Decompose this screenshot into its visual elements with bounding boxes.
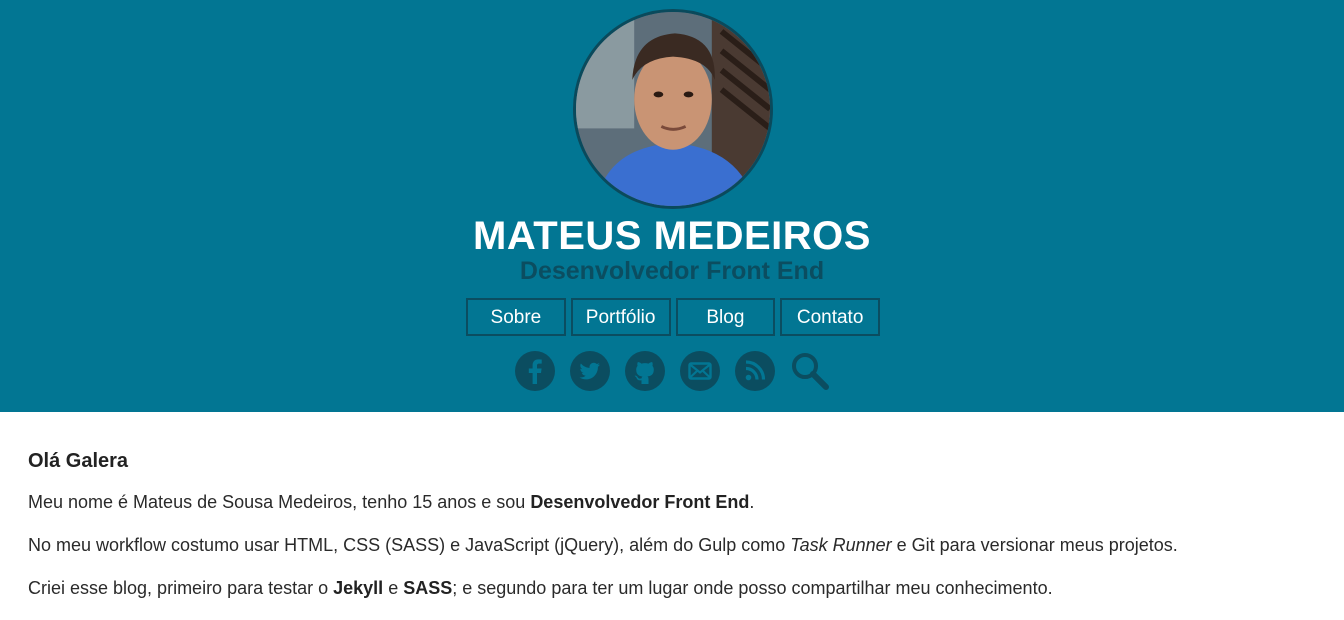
p1-end: .	[749, 492, 755, 512]
search-icon[interactable]	[789, 350, 831, 392]
rss-icon[interactable]	[734, 350, 776, 392]
blog-purpose-paragraph: Criei esse blog, primeiro para testar o …	[28, 577, 1316, 599]
p3-text: Criei esse blog, primeiro para testar o	[28, 578, 334, 598]
p3-end: ; e segundo para ter um lugar onde posso…	[452, 578, 1053, 598]
email-icon[interactable]	[679, 350, 721, 392]
avatar-photo	[576, 12, 770, 206]
twitter-icon[interactable]	[569, 350, 611, 392]
nav-contato[interactable]: Contato	[780, 298, 880, 336]
p1-text: Meu nome é Mateus de Sousa Medeiros, ten…	[28, 492, 531, 512]
p3-sass: SASS	[403, 578, 453, 598]
facebook-icon[interactable]	[514, 350, 556, 392]
intro-paragraph: Meu nome é Mateus de Sousa Medeiros, ten…	[28, 491, 1316, 513]
p1-emphasis: Desenvolvedor Front End	[530, 492, 750, 512]
p2-emphasis: Task Runner	[790, 535, 892, 555]
p2-text: No meu workflow costumo usar HTML, CSS (…	[28, 535, 791, 555]
site-header: MATEUS MEDEIROS Desenvolvedor Front End …	[0, 0, 1344, 412]
p2-end: e Git para versionar meus projetos.	[891, 535, 1178, 555]
github-icon[interactable]	[624, 350, 666, 392]
nav-sobre[interactable]: Sobre	[466, 298, 566, 336]
post-heading: Olá Galera	[28, 450, 129, 472]
site-subtitle: Desenvolvedor Front End	[519, 257, 825, 285]
p3-mid: e	[383, 578, 404, 598]
p3-jekyll: Jekyll	[333, 578, 384, 598]
site-title: MATEUS MEDEIROS	[473, 214, 871, 258]
main-content: Olá Galera Meu nome é Mateus de Sousa Me…	[28, 450, 1316, 620]
nav-portfolio[interactable]: Portfólio	[570, 298, 671, 336]
avatar	[573, 9, 773, 209]
nav-blog[interactable]: Blog	[675, 298, 776, 336]
social-links	[514, 350, 834, 394]
workflow-paragraph: No meu workflow costumo usar HTML, CSS (…	[28, 534, 1316, 556]
main-nav: Sobre Portfólio Blog Contato	[466, 298, 880, 336]
